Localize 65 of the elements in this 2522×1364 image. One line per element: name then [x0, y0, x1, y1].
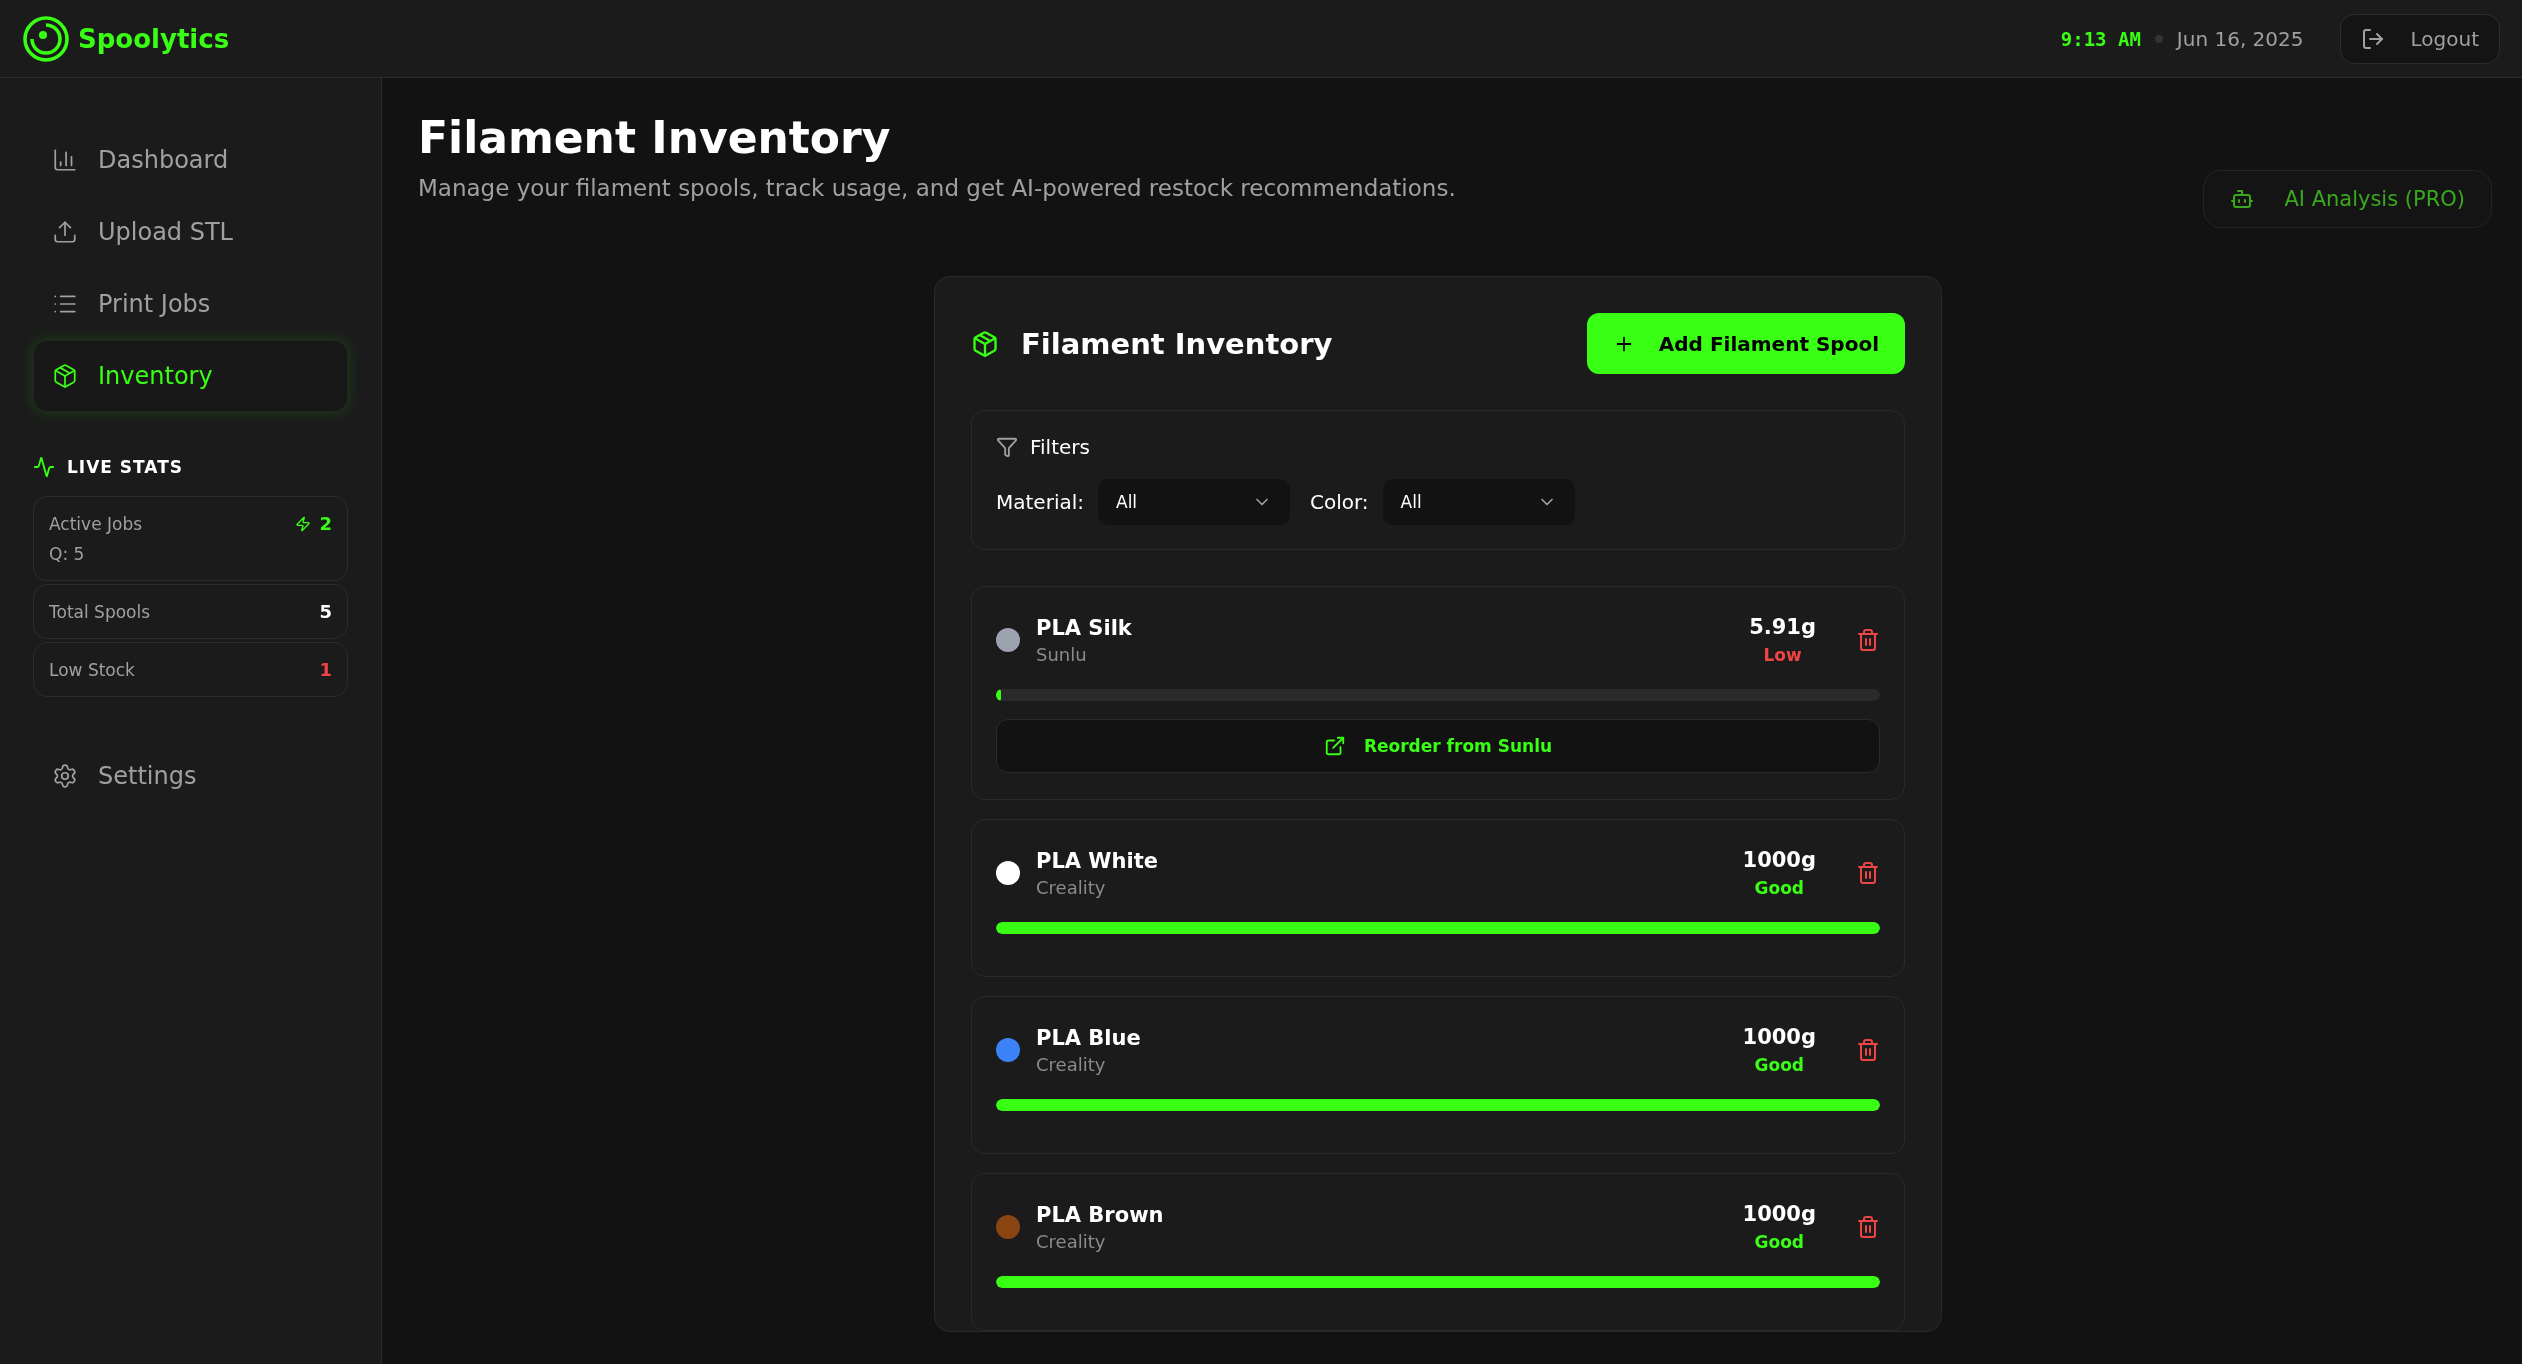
filters-title: Filters [1030, 435, 1090, 459]
nav-item[interactable]: Inventory [33, 340, 348, 412]
pulse-icon [33, 456, 55, 478]
external-link-icon [1323, 735, 1346, 757]
spool-brand: Creality [1036, 1053, 1107, 1075]
filter-label: Material: [996, 490, 1084, 514]
delete-button[interactable] [1856, 1038, 1880, 1062]
stat-label: Total Spools [49, 601, 151, 622]
trash-icon [1856, 628, 1880, 652]
stock-status: Good [1754, 1232, 1804, 1252]
spool-brand: Sunlu [1036, 643, 1088, 665]
nav-item[interactable]: Dashboard [33, 124, 348, 196]
spool-weight: 5.91g [1749, 615, 1816, 639]
page-subtitle: Manage your filament spools, track usage, and get AI-powered restock recommendations. [418, 175, 1456, 201]
delete-button[interactable] [1856, 1215, 1880, 1239]
section-title: LIVE STATS [67, 457, 184, 477]
add-spool-button[interactable]: Add Filament Spool [1586, 313, 1905, 374]
filter-label: Color: [1310, 490, 1369, 514]
stat-label: Low Stock [49, 659, 135, 680]
spool-name: PLA Blue [1036, 1025, 1142, 1050]
filter-icon [996, 436, 1018, 458]
logout-icon [2360, 26, 2385, 51]
page-title: Filament Inventory [418, 112, 892, 163]
logout-button[interactable]: Logout [2339, 13, 2500, 64]
stat-value: 5 [319, 601, 332, 622]
box-icon [52, 363, 78, 389]
robot-icon [2230, 187, 2255, 211]
upload-icon [52, 219, 78, 245]
settings-item[interactable]: Settings [33, 740, 348, 812]
card-title: Filament Inventory [1021, 326, 1333, 361]
spool-name: PLA Silk [1036, 615, 1133, 640]
delete-button[interactable] [1856, 628, 1880, 652]
trash-icon [1856, 861, 1880, 885]
stock-status: Good [1754, 1055, 1804, 1075]
ai-analysis-button[interactable]: AI Analysis (PRO) [2203, 170, 2492, 228]
reorder-button[interactable]: Reorder from Sunlu [996, 719, 1880, 773]
spool-weight: 1000g [1742, 1202, 1816, 1226]
trash-icon [1856, 1215, 1880, 1239]
current-date: Jun 16, 2025 [2176, 26, 2304, 51]
filter-dropdown[interactable]: All [1382, 479, 1575, 525]
stat-subtext: Q: 5 [49, 544, 86, 564]
spool-weight: 1000g [1742, 848, 1816, 872]
trash-icon [1856, 1038, 1880, 1062]
bolt-icon [295, 515, 312, 532]
delete-button[interactable] [1856, 861, 1880, 885]
stat-value: 1 [319, 659, 332, 680]
box-icon [971, 329, 999, 358]
stat-label: Active Jobs [49, 513, 143, 534]
stock-status: Good [1754, 878, 1804, 898]
bar-chart-icon [52, 147, 78, 173]
spool-brand: Creality [1036, 1230, 1107, 1252]
logo-icon [22, 14, 70, 63]
spool-name: PLA White [1036, 848, 1159, 873]
settings-icon [52, 763, 78, 789]
nav-item[interactable]: Print Jobs [33, 268, 348, 340]
separator-dot [2154, 34, 2163, 43]
stock-status: Low [1763, 645, 1802, 665]
stat-value: 2 [319, 513, 332, 534]
spool-name: PLA Brown [1036, 1202, 1165, 1227]
spool-weight: 1000g [1742, 1025, 1816, 1049]
app-name: Spoolytics [78, 23, 230, 54]
nav-item[interactable]: Upload STL [33, 196, 348, 268]
spool-brand: Creality [1036, 876, 1107, 898]
clock-time: 9:13 AM [2060, 27, 2141, 50]
filter-dropdown[interactable]: All [1098, 479, 1290, 525]
